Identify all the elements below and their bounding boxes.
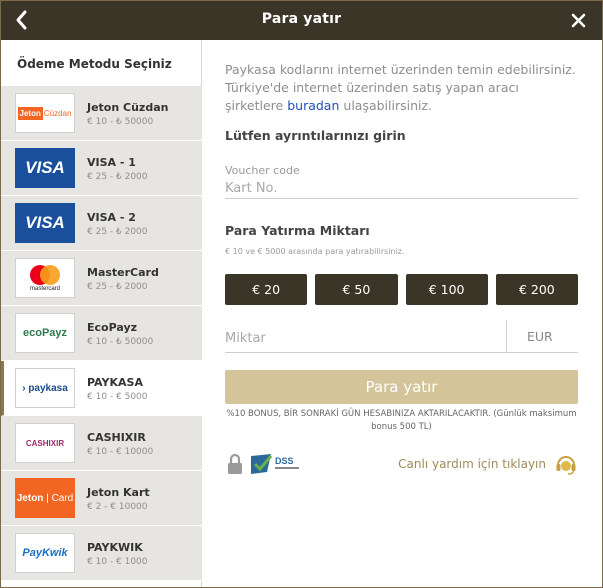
method-name: VISA - 2 xyxy=(87,211,136,224)
jeton-cuzdan-logo: Jeton Cüzdan xyxy=(15,93,75,133)
headset-icon xyxy=(556,456,576,475)
payment-method-sidebar: Ödeme Metodu Seçiniz Jeton Cüzdan Jeton C… xyxy=(1,40,202,587)
method-range: € 25 - ₺ 2000 xyxy=(87,282,148,292)
method-visa-2[interactable]: VISA VISA - 2 € 25 - ₺ 2000 xyxy=(1,196,202,251)
mastercard-circles-icon xyxy=(30,265,60,285)
method-range: € 10 - € 1000 xyxy=(87,557,148,567)
method-visa-1[interactable]: VISA VISA - 1 € 25 - ₺ 2000 xyxy=(1,141,202,196)
visa-logo: VISA xyxy=(15,203,75,243)
method-cashixir[interactable]: CASHIXIR CASHIXIR € 10 - € 10000 xyxy=(1,416,202,471)
live-support-link[interactable]: Canlı yardım için tıklayın xyxy=(398,452,578,476)
method-ecopayz[interactable]: ecoPayz EcoPayz € 10 - ₺ 50000 xyxy=(1,306,202,361)
amount-50-button[interactable]: € 50 xyxy=(315,274,398,305)
sidebar-heading: Ödeme Metodu Seçiniz xyxy=(17,57,172,71)
method-name: EcoPayz xyxy=(87,321,138,334)
amount-100-button[interactable]: € 100 xyxy=(405,274,488,305)
method-range: € 10 - ₺ 50000 xyxy=(87,117,154,127)
trust-row: DSS Canlı yardım için tıklayın xyxy=(225,450,578,476)
method-name: Jeton Cüzdan xyxy=(87,101,169,114)
voucher-input[interactable] xyxy=(225,179,578,199)
method-mastercard[interactable]: mastercard MasterCard € 25 - ₺ 2000 xyxy=(1,251,202,306)
mastercard-logo: mastercard xyxy=(15,258,75,298)
modal-title: Para yatır xyxy=(261,11,342,27)
close-icon[interactable] xyxy=(571,13,586,28)
method-range: € 2 - € 10000 xyxy=(87,502,148,512)
deposit-submit-button[interactable]: Para yatır xyxy=(225,370,578,404)
info-text-2: ulaşabilirsiniz. xyxy=(343,98,433,113)
bonus-text: %10 BONUS, BİR SONRAKİ GÜN HESABINIZA AK… xyxy=(226,409,577,432)
visa-logo: VISA xyxy=(15,148,75,188)
method-name: PAYKASA xyxy=(87,376,143,389)
method-name: MasterCard xyxy=(87,266,159,279)
method-range: € 10 - € 5000 xyxy=(87,392,148,402)
method-name: VISA - 1 xyxy=(87,156,136,169)
info-text: Paykasa kodlarını internet üzerinden tem… xyxy=(225,61,579,115)
support-label: Canlı yardım için tıklayın xyxy=(398,457,546,471)
method-paykasa[interactable]: › paykasa PAYKASA € 10 - € 5000 xyxy=(1,361,202,416)
amount-note: € 10 ve € 5000 arasında para yatırabilir… xyxy=(225,247,405,256)
amount-input[interactable] xyxy=(225,328,495,348)
method-range: € 10 - € 10000 xyxy=(87,447,154,457)
voucher-label: Voucher code xyxy=(225,164,300,177)
amount-200-button[interactable]: € 200 xyxy=(495,274,578,305)
method-name: Jeton Kart xyxy=(87,486,150,499)
amount-title: Para Yatırma Miktarı xyxy=(225,223,370,238)
amount-field-row: EUR xyxy=(225,320,578,353)
method-range: € 25 - ₺ 2000 xyxy=(87,172,148,182)
amount-buttons: € 20 € 50 € 100 € 200 xyxy=(225,274,578,305)
jeton-kart-logo: Jeton | Card xyxy=(15,478,75,518)
cashixir-logo: CASHIXIR xyxy=(15,423,75,463)
method-name: PAYKWIK xyxy=(87,541,143,554)
deposit-form: Paykasa kodlarını internet üzerinden tem… xyxy=(225,40,579,587)
method-jeton-cuzdan[interactable]: Jeton Cüzdan Jeton Cüzdan € 10 - ₺ 50000 xyxy=(1,86,202,141)
paykasa-logo: › paykasa xyxy=(15,368,75,408)
ecopayz-logo: ecoPayz xyxy=(15,313,75,353)
method-jeton-kart[interactable]: Jeton | Card Jeton Kart € 2 - € 10000 xyxy=(1,471,202,526)
method-range: € 10 - ₺ 50000 xyxy=(87,337,154,347)
currency-label: EUR xyxy=(506,320,578,353)
deposit-modal: Para yatır Ödeme Metodu Seçiniz Jeton Cüz… xyxy=(0,0,603,588)
method-name: CASHIXIR xyxy=(87,431,146,444)
pci-dss-icon: DSS xyxy=(251,454,299,474)
method-range: € 25 - ₺ 2000 xyxy=(87,227,148,237)
svg-text:DSS: DSS xyxy=(275,456,294,466)
amount-20-button[interactable]: € 20 xyxy=(225,274,308,305)
payment-method-list: Jeton Cüzdan Jeton Cüzdan € 10 - ₺ 50000 … xyxy=(1,86,202,581)
buradan-link[interactable]: buradan xyxy=(287,98,339,113)
lock-icon xyxy=(228,453,242,474)
details-title: Lütfen ayrıntılarınızı girin xyxy=(225,128,406,143)
modal-header: Para yatır xyxy=(1,1,602,40)
method-paykwik[interactable]: PayKwik PAYKWIK € 10 - € 1000 xyxy=(1,526,202,581)
paykwik-logo: PayKwik xyxy=(15,533,75,573)
